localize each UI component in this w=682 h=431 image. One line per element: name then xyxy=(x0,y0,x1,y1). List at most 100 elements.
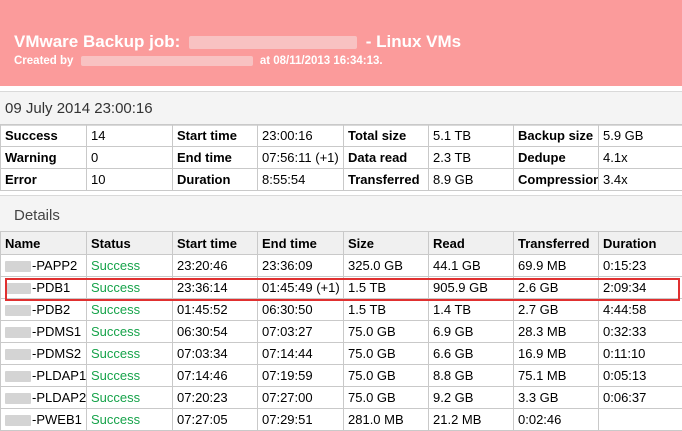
detail-cell: 07:14:44 xyxy=(258,343,344,365)
detail-cell: 44.1 GB xyxy=(429,255,514,277)
vm-name-cell: -PAPP2 xyxy=(1,255,87,277)
vm-name-cell: -PDMS2 xyxy=(1,343,87,365)
detail-cell: 07:20:23 xyxy=(173,387,258,409)
redacted-vm-prefix xyxy=(5,415,31,426)
detail-cell: 01:45:52 xyxy=(173,299,258,321)
vm-name: -PDMS1 xyxy=(32,324,81,339)
detail-cell: 0:11:10 xyxy=(599,343,682,365)
detail-cell: 0:05:13 xyxy=(599,365,682,387)
redacted-job-name xyxy=(189,36,357,49)
summary-key: End time xyxy=(173,147,258,169)
report-subtitle: Created by at 08/11/2013 16:34:13. xyxy=(14,55,383,67)
title-prefix: VMware Backup job: xyxy=(14,32,180,51)
table-row: -PDMS2Success07:03:3407:14:4475.0 GB6.6 … xyxy=(1,343,682,365)
detail-cell: 07:14:46 xyxy=(173,365,258,387)
redacted-vm-prefix xyxy=(5,393,31,404)
summary-value: 07:56:11 (+1) xyxy=(258,147,344,169)
summary-value: 8:55:54 xyxy=(258,169,344,191)
detail-cell: 69.9 MB xyxy=(514,255,599,277)
column-header[interactable]: Status xyxy=(87,232,173,255)
details-heading: Details xyxy=(14,207,60,224)
status-cell: Success xyxy=(87,299,173,321)
detail-cell: 1.4 TB xyxy=(429,299,514,321)
table-row: -PDMS1Success06:30:5407:03:2775.0 GB6.9 … xyxy=(1,321,682,343)
detail-cell xyxy=(599,409,682,431)
detail-cell: 07:29:51 xyxy=(258,409,344,431)
detail-cell: 07:03:34 xyxy=(173,343,258,365)
redacted-vm-prefix xyxy=(5,371,31,382)
summary-value: 5.1 TB xyxy=(429,125,514,147)
detail-cell: 325.0 GB xyxy=(344,255,429,277)
summary-key: Error xyxy=(1,169,87,191)
detail-cell: 2.6 GB xyxy=(514,277,599,299)
detail-cell: 07:27:00 xyxy=(258,387,344,409)
summary-value: 10 xyxy=(87,169,173,191)
column-header[interactable]: Size xyxy=(344,232,429,255)
summary-key: Backup size xyxy=(514,125,599,147)
column-header[interactable]: End time xyxy=(258,232,344,255)
column-header[interactable]: Name xyxy=(1,232,87,255)
summary-row: Error10Duration8:55:54Transferred8.9 GBC… xyxy=(1,169,682,191)
vm-name-cell: -PWEB1 xyxy=(1,409,87,431)
vm-name-cell: -PLDAP1 xyxy=(1,365,87,387)
subtitle-suffix: at 08/11/2013 16:34:13. xyxy=(260,55,383,67)
vm-name: -PDB1 xyxy=(32,280,70,295)
detail-cell: 07:03:27 xyxy=(258,321,344,343)
detail-cell: 4:44:58 xyxy=(599,299,682,321)
status-cell: Success xyxy=(87,409,173,431)
status-cell: Success xyxy=(87,255,173,277)
redacted-vm-prefix xyxy=(5,261,31,272)
vm-name-cell: -PDB1 xyxy=(1,277,87,299)
detail-cell: 75.0 GB xyxy=(344,321,429,343)
detail-cell: 23:20:46 xyxy=(173,255,258,277)
detail-cell: 21.2 MB xyxy=(429,409,514,431)
summary-key: Warning xyxy=(1,147,87,169)
redacted-vm-prefix xyxy=(5,349,31,360)
redacted-creator xyxy=(81,56,253,66)
status-cell: Success xyxy=(87,387,173,409)
column-header[interactable]: Start time xyxy=(173,232,258,255)
vm-name: -PAPP2 xyxy=(32,258,77,273)
vm-name-cell: -PDB2 xyxy=(1,299,87,321)
summary-row: Warning0End time07:56:11 (+1)Data read2.… xyxy=(1,147,682,169)
detail-cell: 2:09:34 xyxy=(599,277,682,299)
table-row: -PLDAP1Success07:14:4607:19:5975.0 GB8.8… xyxy=(1,365,682,387)
detail-cell: 01:45:49 (+1) xyxy=(258,277,344,299)
column-header[interactable]: Duration xyxy=(599,232,682,255)
redacted-vm-prefix xyxy=(5,305,31,316)
title-suffix: - Linux VMs xyxy=(366,32,461,51)
detail-cell: 16.9 MB xyxy=(514,343,599,365)
summary-value: 8.9 GB xyxy=(429,169,514,191)
status-cell: Success xyxy=(87,321,173,343)
detail-cell: 07:27:05 xyxy=(173,409,258,431)
summary-table: Success14Start time23:00:16Total size5.1… xyxy=(0,124,682,191)
detail-cell: 0:15:23 xyxy=(599,255,682,277)
table-row: -PWEB1Success07:27:0507:29:51281.0 MB21.… xyxy=(1,409,682,431)
summary-key: Start time xyxy=(173,125,258,147)
summary-value: 4.1x xyxy=(599,147,682,169)
detail-cell: 6.6 GB xyxy=(429,343,514,365)
summary-key: Compression xyxy=(514,169,599,191)
report-header: VMware Backup job: - Linux VMs Created b… xyxy=(0,0,682,86)
summary-key: Data read xyxy=(344,147,429,169)
summary-key: Duration xyxy=(173,169,258,191)
session-date-band: 09 July 2014 23:00:16 xyxy=(0,91,682,126)
detail-cell: 8.8 GB xyxy=(429,365,514,387)
summary-key: Transferred xyxy=(344,169,429,191)
detail-cell: 0:02:46 xyxy=(514,409,599,431)
report-title: VMware Backup job: - Linux VMs xyxy=(14,32,461,52)
details-heading-band: Details xyxy=(0,195,682,231)
detail-cell: 06:30:50 xyxy=(258,299,344,321)
vm-name-cell: -PLDAP2 xyxy=(1,387,87,409)
column-header[interactable]: Read xyxy=(429,232,514,255)
vm-name: -PLDAP2 xyxy=(32,390,86,405)
summary-value: 2.3 TB xyxy=(429,147,514,169)
detail-cell: 0:06:37 xyxy=(599,387,682,409)
vm-name: -PLDAP1 xyxy=(32,368,86,383)
column-header[interactable]: Transferred xyxy=(514,232,599,255)
detail-cell: 07:19:59 xyxy=(258,365,344,387)
vm-name: -PDB2 xyxy=(32,302,70,317)
detail-cell: 281.0 MB xyxy=(344,409,429,431)
detail-cell: 0:32:33 xyxy=(599,321,682,343)
summary-value: 14 xyxy=(87,125,173,147)
